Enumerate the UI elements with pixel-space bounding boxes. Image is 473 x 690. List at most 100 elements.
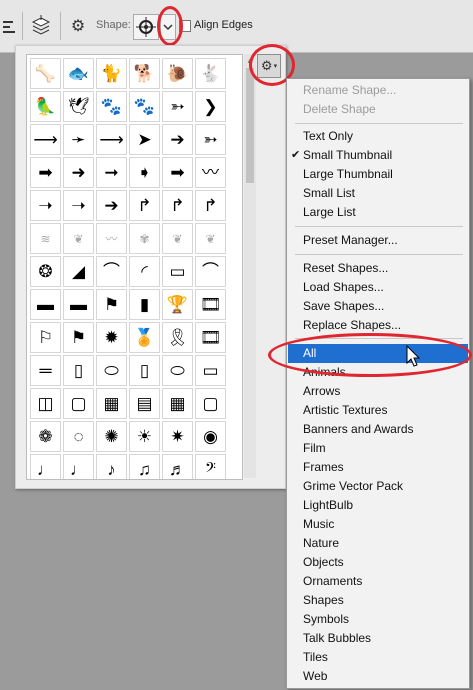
menu-item-large-thumbnail[interactable]: Large Thumbnail: [288, 165, 468, 184]
shape-thumbnail[interactable]: ⌒: [195, 256, 226, 287]
shape-thumbnail[interactable]: ❦: [162, 223, 193, 254]
shape-thumbnail[interactable]: ◢: [63, 256, 94, 287]
shape-thumbnail[interactable]: ➔: [162, 124, 193, 155]
menu-item-library-animals[interactable]: Animals: [288, 363, 468, 382]
shape-thumbnail[interactable]: ❁: [30, 421, 61, 452]
shape-thumbnail[interactable]: ↱: [195, 190, 226, 221]
shape-thumbnail[interactable]: ☀: [129, 421, 160, 452]
shape-thumbnail[interactable]: 🏅: [129, 322, 160, 353]
shape-thumbnail[interactable]: 🕊: [63, 91, 94, 122]
scroll-up-icon[interactable]: ▲: [244, 54, 256, 66]
shape-thumbnail[interactable]: 🐈: [96, 58, 127, 89]
shape-thumbnail[interactable]: ♫: [129, 454, 160, 479]
shape-thumbnail[interactable]: ▢: [195, 388, 226, 419]
shape-thumbnail[interactable]: ▮: [129, 289, 160, 320]
menu-item-small-thumbnail[interactable]: ✔ Small Thumbnail: [288, 146, 468, 165]
shape-thumbnail[interactable]: ➧: [129, 157, 160, 188]
menu-item-replace-shapes[interactable]: Replace Shapes...: [288, 316, 468, 335]
menu-item-library-objects[interactable]: Objects: [288, 553, 468, 572]
menu-item-library-symbols[interactable]: Symbols: [288, 610, 468, 629]
menu-item-library-ornaments[interactable]: Ornaments: [288, 572, 468, 591]
shape-thumbnail[interactable]: 🎞: [195, 322, 226, 353]
menu-item-text-only[interactable]: Text Only: [288, 127, 468, 146]
align-edges-checkbox[interactable]: [179, 20, 191, 32]
shape-thumbnail[interactable]: ▯: [129, 355, 160, 386]
shape-thumbnail[interactable]: ◜: [129, 256, 160, 287]
menu-item-library-all[interactable]: All: [288, 344, 468, 363]
shape-thumbnail[interactable]: 🐇: [195, 58, 226, 89]
menu-item-library-artistic-textures[interactable]: Artistic Textures: [288, 401, 468, 420]
shape-thumbnail[interactable]: ➳: [195, 124, 226, 155]
shape-thumbnail[interactable]: ↱: [162, 190, 193, 221]
menu-item-library-lightbulb[interactable]: LightBulb: [288, 496, 468, 515]
menu-item-large-list[interactable]: Large List: [288, 203, 468, 222]
menu-item-library-music[interactable]: Music: [288, 515, 468, 534]
shape-thumbnail[interactable]: ➜: [63, 157, 94, 188]
shape-thumbnail[interactable]: ➡: [162, 157, 193, 188]
shape-thumbnail[interactable]: ♩: [30, 454, 61, 479]
menu-item-library-web[interactable]: Web: [288, 667, 468, 686]
shape-thumbnail[interactable]: ✺: [96, 421, 127, 452]
menu-item-reset-shapes[interactable]: Reset Shapes...: [288, 259, 468, 278]
shape-thumbnail[interactable]: ↱: [129, 190, 160, 221]
shape-thumbnail[interactable]: ➝: [63, 190, 94, 221]
shape-thumbnail[interactable]: ⚑: [96, 289, 127, 320]
shape-thumbnail[interactable]: ♬: [162, 454, 193, 479]
shape-thumbnail[interactable]: ▭: [162, 256, 193, 287]
shape-thumbnail[interactable]: ✷: [162, 421, 193, 452]
menu-item-library-talk-bubbles[interactable]: Talk Bubbles: [288, 629, 468, 648]
path-alignment-button[interactable]: [0, 14, 22, 38]
shape-thumbnail[interactable]: ⬭: [96, 355, 127, 386]
menu-item-library-grime-vector-pack[interactable]: Grime Vector Pack: [288, 477, 468, 496]
shape-thumbnail[interactable]: ➛: [63, 124, 94, 155]
shape-thumbnail[interactable]: ♩: [63, 454, 94, 479]
scroll-thumb[interactable]: [246, 68, 254, 183]
shape-thumbnail[interactable]: 🐾: [96, 91, 127, 122]
shape-thumbnail[interactable]: ═: [30, 355, 61, 386]
shape-thumbnail[interactable]: ♪: [96, 454, 127, 479]
shape-grid-scrollbar[interactable]: ▲: [244, 54, 256, 478]
shape-thumbnail[interactable]: ▦: [96, 388, 127, 419]
menu-item-library-nature[interactable]: Nature: [288, 534, 468, 553]
menu-item-preset-manager[interactable]: Preset Manager...: [288, 231, 468, 250]
shape-thumbnail[interactable]: ❂: [30, 256, 61, 287]
shape-thumbnail[interactable]: ◫: [30, 388, 61, 419]
shape-thumbnail[interactable]: ⟶: [96, 124, 127, 155]
shape-thumbnail[interactable]: ✾: [129, 223, 160, 254]
menu-item-save-shapes[interactable]: Save Shapes...: [288, 297, 468, 316]
shape-dropdown-button[interactable]: [160, 14, 176, 40]
shape-thumbnail[interactable]: ⚐: [30, 322, 61, 353]
menu-item-load-shapes[interactable]: Load Shapes...: [288, 278, 468, 297]
shape-thumbnail[interactable]: ▭: [195, 355, 226, 386]
shape-thumbnail[interactable]: 🐌: [162, 58, 193, 89]
shape-thumbnail[interactable]: 🦴: [30, 58, 61, 89]
shape-thumbnail[interactable]: 𝄢: [195, 454, 226, 479]
shape-thumbnail[interactable]: ❦: [63, 223, 94, 254]
shape-thumbnail[interactable]: ▯: [63, 355, 94, 386]
shape-thumbnail[interactable]: ⌒: [96, 256, 127, 287]
shape-thumbnail[interactable]: ➳: [162, 91, 193, 122]
shape-thumbnail[interactable]: 🏆: [162, 289, 193, 320]
menu-item-library-film[interactable]: Film: [288, 439, 468, 458]
shape-thumbnail[interactable]: ⚑: [63, 322, 94, 353]
menu-item-library-tiles[interactable]: Tiles: [288, 648, 468, 667]
geometry-options-button[interactable]: ⚙: [66, 14, 90, 38]
shape-thumbnail[interactable]: ⬭: [162, 355, 193, 386]
shape-thumbnail[interactable]: 🐾: [129, 91, 160, 122]
shape-thumbnail[interactable]: 〰: [195, 157, 226, 188]
shape-thumbnail[interactable]: 🦜: [30, 91, 61, 122]
shape-thumbnail[interactable]: 🎞: [195, 289, 226, 320]
shape-thumbnail[interactable]: ▦: [162, 388, 193, 419]
shape-thumbnail[interactable]: ⟶: [30, 124, 61, 155]
shape-thumbnail[interactable]: 〰: [96, 223, 127, 254]
menu-item-small-list[interactable]: Small List: [288, 184, 468, 203]
shape-thumbnail[interactable]: ➝: [30, 190, 61, 221]
shape-thumbnail[interactable]: ❯: [195, 91, 226, 122]
shape-thumbnail[interactable]: ❦: [195, 223, 226, 254]
shape-thumbnail[interactable]: ✹: [96, 322, 127, 353]
shape-thumbnail[interactable]: 🐟: [63, 58, 94, 89]
menu-item-library-arrows[interactable]: Arrows: [288, 382, 468, 401]
shape-thumbnail[interactable]: ▬: [63, 289, 94, 320]
shape-thumbnail[interactable]: ➞: [96, 157, 127, 188]
shape-thumbnail[interactable]: ➔: [96, 190, 127, 221]
